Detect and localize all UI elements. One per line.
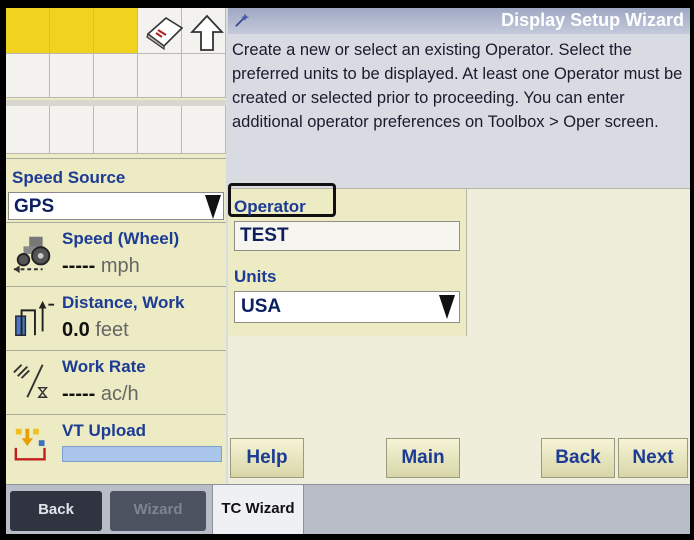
speed-unit: mph — [100, 255, 140, 277]
units-label: Units — [234, 267, 277, 286]
shortcut-slot-14[interactable] — [138, 106, 182, 154]
work-rate-icon — [13, 364, 48, 398]
main-button[interactable]: Main — [386, 438, 460, 478]
next-button[interactable]: Next — [618, 438, 688, 478]
left-status-column: Speed Source GPS Speed (Wheel) ----- mph — [6, 8, 226, 484]
vt-upload-progress-bar — [62, 446, 222, 462]
tab-tc-wizard[interactable]: TC Wizard — [212, 485, 304, 534]
shortcut-slot-9[interactable] — [138, 54, 182, 98]
units-select[interactable]: USA — [234, 291, 460, 323]
shortcut-slot-1[interactable] — [6, 8, 50, 54]
speed-source-select[interactable]: GPS — [8, 192, 224, 220]
wizard-instructions: Create a new or select an existing Opera… — [232, 41, 683, 131]
book-icon[interactable] — [144, 14, 184, 50]
display-screen: Speed Source GPS Speed (Wheel) ----- mph — [6, 8, 690, 534]
grid-divider — [6, 100, 226, 106]
up-arrow-icon[interactable] — [190, 14, 224, 52]
speed-value: ----- — [62, 255, 96, 277]
shortcut-slot-7[interactable] — [50, 54, 94, 98]
wizard-header: Display Setup Wizard — [228, 8, 690, 34]
work-rate-value: ----- — [62, 383, 96, 405]
tab-bar: Back Wizard TC Wizard — [6, 484, 690, 534]
shortcut-slot-8[interactable] — [94, 54, 138, 98]
distance-unit: feet — [95, 319, 129, 341]
work-rate-unit: ac/h — [100, 383, 139, 405]
distance-value: 0.0 — [62, 319, 90, 341]
vt-upload-title: VT Upload — [62, 421, 147, 440]
shortcut-slot-13[interactable] — [94, 106, 138, 154]
divider — [6, 158, 226, 159]
tractor-icon — [13, 236, 51, 274]
shortcut-slot-15[interactable] — [182, 106, 226, 154]
vt-upload-icon — [14, 428, 46, 461]
tab-back[interactable]: Back — [10, 491, 102, 531]
shortcut-slot-10[interactable] — [182, 54, 226, 98]
distance-title: Distance, Work — [62, 293, 185, 312]
distance-panel[interactable]: Distance, Work 0.0 feet — [6, 286, 226, 350]
shortcut-slot-11[interactable] — [6, 106, 50, 154]
form-blank-area — [467, 188, 690, 337]
shortcut-slot-6[interactable] — [6, 54, 50, 98]
units-value: USA — [241, 296, 282, 317]
shortcut-slot-2[interactable] — [50, 8, 94, 54]
speed-panel[interactable]: Speed (Wheel) ----- mph — [6, 222, 226, 286]
work-rate-panel[interactable]: Work Rate ----- ac/h — [6, 350, 226, 414]
speed-title: Speed (Wheel) — [62, 229, 180, 248]
wizard-wand-icon — [235, 13, 250, 27]
wizard-title: Display Setup Wizard — [501, 10, 684, 30]
shortcut-slot-3[interactable] — [94, 8, 138, 54]
help-button[interactable]: Help — [230, 438, 304, 478]
operator-form: Operator TEST Units USA — [228, 183, 467, 337]
shortcut-slot-12[interactable] — [50, 106, 94, 154]
speed-source-label: Speed Source — [12, 168, 126, 187]
chevron-down-icon — [439, 295, 455, 319]
implement-icon — [15, 300, 55, 336]
back-button[interactable]: Back — [541, 438, 615, 478]
distance-readout: 0.0 feet — [62, 319, 129, 342]
work-rate-title: Work Rate — [62, 357, 146, 376]
chevron-down-icon — [205, 195, 221, 219]
tab-wizard[interactable]: Wizard — [110, 491, 206, 531]
work-rate-readout: ----- ac/h — [62, 383, 139, 406]
operator-field[interactable]: TEST — [234, 221, 460, 251]
speed-readout: ----- mph — [62, 255, 140, 278]
speed-source-value: GPS — [14, 196, 55, 217]
operator-label: Operator — [234, 197, 306, 216]
